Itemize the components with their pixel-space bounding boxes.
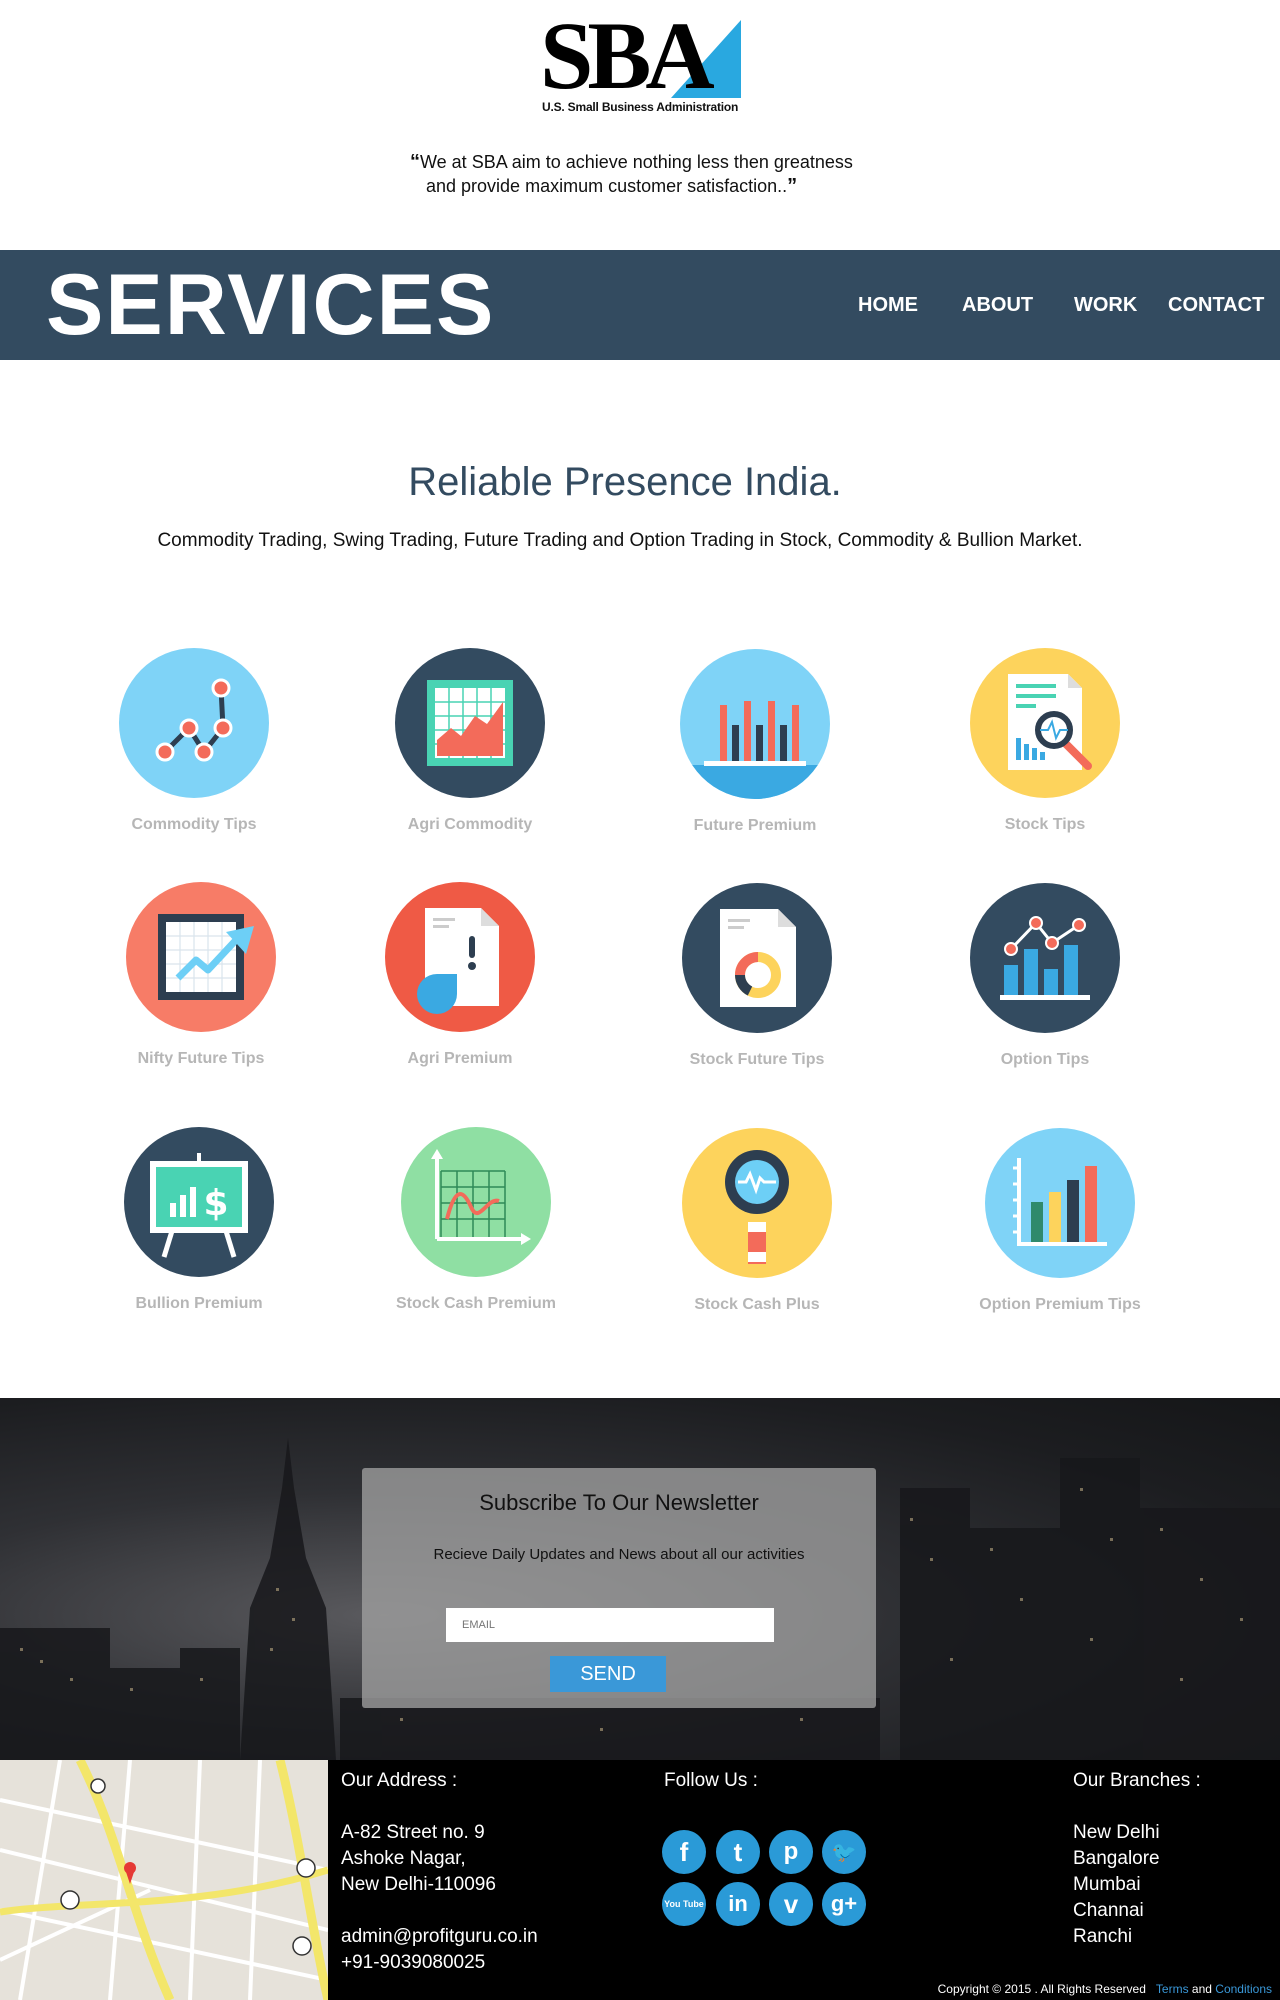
magnifier-pulse-icon	[682, 1128, 832, 1278]
graph-paper-icon	[401, 1127, 551, 1277]
service-label: Bullion Premium	[135, 1295, 263, 1312]
and-text: and	[1191, 1982, 1212, 1996]
branch-item: Channai	[1073, 1900, 1144, 1921]
branches-title: Our Branches :	[1073, 1770, 1201, 1791]
page-title: SERVICES	[46, 257, 496, 353]
open-quote-mark: “	[410, 151, 420, 173]
branch-item: Ranchi	[1073, 1926, 1133, 1947]
quote-line-2: and provide maximum customer satisfactio…	[426, 176, 788, 196]
twitter-icon[interactable]: 🐦	[822, 1830, 866, 1874]
youtube-icon[interactable]: You Tube	[662, 1882, 706, 1926]
service-card[interactable]: Commodity Tips	[84, 648, 304, 834]
branches-list: New Delhi Bangalore Mumbai Channai Ranch…	[1073, 1820, 1160, 1950]
copyright-text: Copyright © 2015 . All Rights Reserved	[937, 1982, 1146, 1996]
document-alert-icon	[385, 882, 535, 1032]
navbar: SERVICES HOME ABOUT WORK CONTACT	[0, 250, 1280, 360]
service-card[interactable]: Stock Tips	[935, 648, 1155, 834]
service-card[interactable]: Agri Premium	[350, 882, 570, 1068]
tumblr-icon[interactable]: t	[716, 1830, 760, 1874]
trend-up-icon	[126, 882, 276, 1032]
google-plus-icon[interactable]: g+	[822, 1882, 866, 1926]
service-label: Option Premium Tips	[979, 1296, 1141, 1313]
nav-contact-link[interactable]: CONTACT	[1168, 294, 1264, 317]
quote-line-1: We at SBA aim to achieve nothing less th…	[420, 152, 853, 172]
pinterest-icon[interactable]: p	[769, 1830, 813, 1874]
branch-item: Bangalore	[1073, 1848, 1160, 1869]
service-label: Stock Tips	[1004, 816, 1086, 833]
service-card[interactable]: Stock Cash Premium	[366, 1127, 586, 1313]
service-card[interactable]: Nifty Future Tips	[91, 882, 311, 1068]
service-label: Stock Cash Premium	[395, 1295, 557, 1312]
document-donut-icon	[682, 883, 832, 1033]
address-line: New Delhi-110096	[341, 1874, 496, 1895]
service-label: Agri Premium	[407, 1050, 513, 1067]
service-card[interactable]: Stock Cash Plus	[647, 1128, 867, 1314]
address-line: A-82 Street no. 9	[341, 1822, 485, 1843]
scatter-line-icon	[119, 648, 269, 798]
service-card[interactable]: Stock Future Tips	[647, 883, 867, 1069]
address-line: Ashoke Nagar,	[341, 1848, 466, 1869]
email-link[interactable]: admin@profitguru.co.in	[341, 1924, 538, 1950]
bar-line-combo-icon	[970, 883, 1120, 1033]
follow-title: Follow Us :	[664, 1770, 758, 1791]
terms-link[interactable]: Terms	[1156, 1982, 1189, 1996]
footer: Our Address : A-82 Street no. 9 Ashoke N…	[0, 1760, 1280, 2000]
send-button[interactable]: SEND	[550, 1656, 666, 1692]
newsletter-title: Subscribe To Our Newsletter	[479, 1490, 759, 1515]
location-map[interactable]	[0, 1760, 328, 2000]
section-subline: Commodity Trading, Swing Trading, Future…	[157, 530, 1083, 551]
email-input[interactable]	[446, 1608, 774, 1642]
newsletter-section: Subscribe To Our Newsletter Recieve Dail…	[0, 1398, 1280, 1760]
close-quote-mark: ”	[787, 175, 798, 197]
sba-logo[interactable]: SBA U.S. Small Business Administration	[540, 2, 745, 118]
address-title: Our Address :	[341, 1770, 458, 1791]
service-card[interactable]: $ Bullion Premium	[89, 1127, 309, 1313]
tagline-quote: “We at SBA aim to achieve nothing less t…	[410, 150, 880, 198]
address-block: A-82 Street no. 9 Ashoke Nagar, New Delh…	[341, 1820, 538, 1976]
bar-chart-icon	[680, 649, 830, 799]
service-label: Stock Future Tips	[689, 1051, 825, 1068]
service-label: Option Tips	[1000, 1051, 1090, 1068]
service-label: Agri Commodity	[407, 816, 533, 833]
newsletter-description: Recieve Daily Updates and News about all…	[433, 1546, 805, 1563]
nav-work-link[interactable]: WORK	[1074, 294, 1137, 317]
report-magnifier-icon	[970, 648, 1120, 798]
facebook-icon[interactable]: f	[662, 1830, 706, 1874]
newsletter-panel: Subscribe To Our Newsletter Recieve Dail…	[362, 1468, 876, 1708]
colored-bars-icon	[985, 1128, 1135, 1278]
section-headline: Reliable Presence India.	[408, 460, 842, 504]
service-card[interactable]: Option Premium Tips	[950, 1128, 1170, 1314]
phone-number: +91-9039080025	[341, 1952, 486, 1973]
svg-text:$: $	[203, 1183, 228, 1224]
area-chart-icon	[395, 648, 545, 798]
service-card[interactable]: Option Tips	[935, 883, 1155, 1069]
nav-home-link[interactable]: HOME	[858, 294, 918, 317]
logo-subtitle: U.S. Small Business Administration	[542, 100, 739, 114]
service-card[interactable]: Agri Commodity	[360, 648, 580, 834]
service-card[interactable]: Future Premium	[645, 649, 865, 835]
logo-wordmark: SBA	[540, 2, 715, 109]
conditions-link[interactable]: Conditions	[1215, 1982, 1272, 1996]
service-label: Future Premium	[693, 817, 817, 834]
nav-about-link[interactable]: ABOUT	[962, 294, 1033, 317]
linkedin-icon[interactable]: in	[716, 1882, 760, 1926]
vimeo-icon[interactable]: v	[769, 1882, 813, 1926]
service-label: Stock Cash Plus	[694, 1296, 820, 1313]
service-label: Nifty Future Tips	[137, 1050, 265, 1067]
dollar-board-icon: $	[124, 1127, 274, 1277]
service-label: Commodity Tips	[131, 816, 257, 833]
copyright-bar: Copyright © 2015 . All Rights Reserved T…	[938, 1982, 1272, 1996]
branch-item: Mumbai	[1073, 1874, 1141, 1895]
branch-item: New Delhi	[1073, 1822, 1160, 1843]
